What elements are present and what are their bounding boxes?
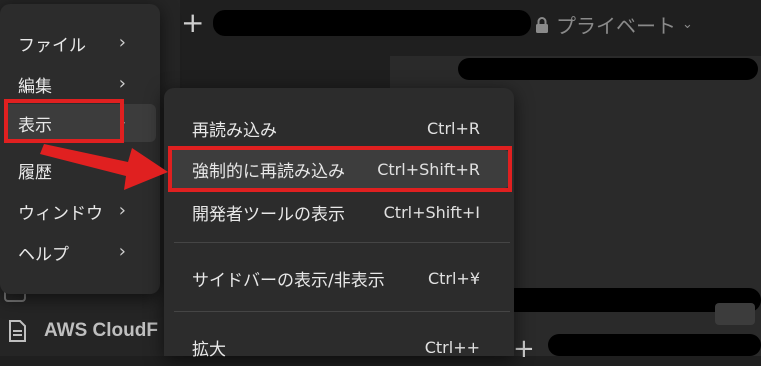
add-plus-icon[interactable]: +: [513, 336, 535, 362]
lock-icon: [536, 16, 548, 33]
chevron-right-icon: ›: [118, 241, 126, 262]
chevron-right-icon: ›: [118, 73, 126, 94]
redacted-text: [548, 334, 761, 356]
menu-separator: [174, 242, 510, 243]
menu-item-label: ファイル: [18, 35, 86, 56]
menu-item-toggle-sidebar[interactable]: サイドバーの表示/非表示 Ctrl+¥: [168, 259, 510, 297]
menu-item-label: ウィンドウ: [18, 203, 103, 224]
menu-item-help[interactable]: ヘルプ ›: [4, 233, 156, 271]
menu-item-reload[interactable]: 再読み込み Ctrl+R: [168, 109, 510, 147]
privacy-label: プライベート: [556, 14, 676, 38]
sidebar-item-document[interactable]: AWS CloudF: [8, 320, 158, 342]
chevron-right-icon: ›: [118, 200, 126, 221]
privacy-selector[interactable]: プライベート ⌄: [534, 10, 693, 39]
chevron-right-icon: ›: [118, 32, 126, 53]
shortcut-label: Ctrl++: [424, 337, 480, 357]
menu-item-label: 開発者ツールの表示: [192, 204, 345, 225]
new-tab-plus-icon[interactable]: +: [181, 8, 204, 38]
annotation-highlight-box: [4, 99, 124, 143]
menu-item-file[interactable]: ファイル ›: [4, 24, 156, 62]
menu-item-window[interactable]: ウィンドウ ›: [4, 192, 156, 230]
document-label: AWS CloudF: [44, 320, 158, 341]
menu-item-label: サイドバーの表示/非表示: [192, 270, 385, 291]
document-icon: [9, 320, 26, 342]
redacted-title: [213, 10, 531, 36]
menu-item-edit[interactable]: 編集 ›: [4, 65, 156, 103]
annotation-highlight-box: [168, 146, 512, 192]
shortcut-label: Ctrl+Shift+I: [383, 202, 480, 222]
menu-item-label: 編集: [18, 76, 52, 97]
small-button[interactable]: [715, 303, 755, 325]
menu-item-label: ヘルプ: [18, 244, 69, 265]
chevron-down-icon: ⌄: [682, 17, 693, 32]
annotation-arrow-icon: [40, 144, 168, 190]
redacted-text: [458, 58, 758, 80]
menu-separator: [174, 311, 510, 312]
menu-item-label: 再読み込み: [192, 120, 277, 141]
menu-item-zoom-in[interactable]: 拡大 Ctrl++: [168, 328, 510, 366]
menu-item-devtools[interactable]: 開発者ツールの表示 Ctrl+Shift+I: [168, 193, 510, 231]
shortcut-label: Ctrl+R: [427, 118, 480, 138]
shortcut-label: Ctrl+¥: [427, 268, 480, 288]
